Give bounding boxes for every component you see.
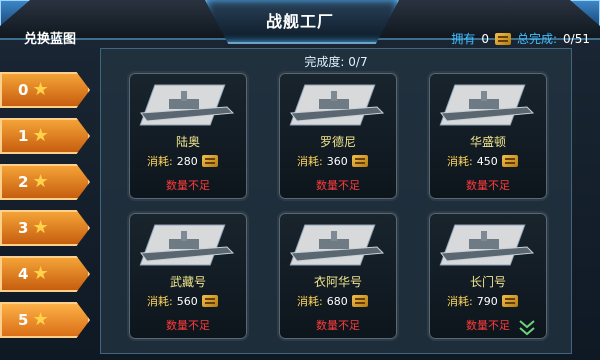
cost-label: 消耗:: [297, 155, 323, 168]
filter-star-3[interactable]: 3 ★: [0, 210, 90, 246]
blueprint-icon: [351, 295, 368, 307]
battleship-icon: [139, 84, 235, 126]
insufficient-warning: 数量不足: [466, 179, 510, 192]
battleship-icon: [439, 84, 535, 126]
filter-star-1[interactable]: 1 ★: [0, 118, 90, 154]
ship-cost: 消耗: 450: [447, 153, 518, 169]
battleship-icon: [439, 224, 535, 266]
blueprint-icon: [501, 295, 518, 307]
ship-name: 武藏号: [169, 275, 206, 289]
ship-card[interactable]: 罗德尼 消耗: 360 数量不足: [277, 71, 399, 201]
insufficient-warning: 数量不足: [166, 319, 210, 332]
cost-label: 消耗:: [147, 155, 173, 168]
filter-star-5[interactable]: 5 ★: [0, 302, 90, 338]
battleship-icon: [139, 224, 235, 266]
insufficient-warning: 数量不足: [316, 319, 360, 332]
filter-label: 4: [18, 265, 29, 283]
blueprint-icon: [201, 295, 218, 307]
ship-cost: 消耗: 280: [147, 153, 218, 169]
blueprint-panel: 完成度: 0/7 陆奥 消耗: 280 数量不足 罗德尼 消耗: 360 数量不…: [100, 48, 572, 354]
cost-value: 560: [176, 294, 198, 308]
ship-name: 华盛顿: [469, 135, 506, 149]
ship-cost: 消耗: 790: [447, 293, 518, 309]
filter-star-4[interactable]: 4 ★: [0, 256, 90, 292]
scroll-down-icon[interactable]: [519, 319, 535, 337]
blueprint-icon: [351, 155, 368, 167]
owned-value: 0: [481, 31, 489, 46]
cost-label: 消耗:: [297, 295, 323, 308]
ship-card[interactable]: 衣阿华号 消耗: 680 数量不足: [277, 211, 399, 341]
insufficient-warning: 数量不足: [166, 179, 210, 192]
star-icon: ★: [32, 125, 49, 146]
ship-name: 罗德尼: [319, 135, 356, 149]
blueprint-icon: [495, 32, 511, 45]
total-value: 0/51: [563, 31, 590, 46]
cost-value: 680: [326, 294, 348, 308]
star-icon: ★: [32, 79, 49, 100]
completion-progress: 完成度: 0/7: [304, 55, 368, 69]
star-icon: ★: [32, 217, 49, 238]
filter-label: 3: [18, 219, 29, 237]
ship-name: 长门号: [469, 275, 506, 289]
ship-card[interactable]: 武藏号 消耗: 560 数量不足: [127, 211, 249, 341]
filter-label: 1: [18, 127, 29, 145]
ship-card[interactable]: 陆奥 消耗: 280 数量不足: [127, 71, 249, 201]
blueprint-icon: [201, 155, 218, 167]
page-title: 战舰工厂: [265, 12, 334, 31]
ship-name: 衣阿华号: [313, 275, 362, 289]
cost-value: 450: [476, 154, 498, 168]
cost-label: 消耗:: [147, 295, 173, 308]
cost-label: 消耗:: [447, 295, 473, 308]
filter-star-2[interactable]: 2 ★: [0, 164, 90, 200]
ship-card[interactable]: 华盛顿 消耗: 450 数量不足: [427, 71, 549, 201]
star-icon: ★: [32, 171, 49, 192]
battleship-icon: [289, 224, 385, 266]
filter-label: 0: [18, 81, 29, 99]
sidebar-title: 兑换蓝图: [24, 32, 77, 47]
cost-value: 790: [476, 294, 498, 308]
cost-value: 360: [326, 154, 348, 168]
filter-star-0[interactable]: 0 ★: [0, 72, 90, 108]
stats-bar: 拥有 0 总完成: 0/51: [451, 30, 590, 47]
star-icon: ★: [32, 263, 49, 284]
ship-cost: 消耗: 360: [297, 153, 368, 169]
star-icon: ★: [32, 309, 49, 330]
owned-label: 拥有: [451, 32, 476, 46]
insufficient-warning: 数量不足: [316, 179, 360, 192]
blueprint-icon: [501, 155, 518, 167]
ship-name: 陆奥: [175, 135, 200, 149]
filter-label: 2: [18, 173, 29, 191]
cost-value: 280: [176, 154, 198, 168]
ship-cost: 消耗: 560: [147, 293, 218, 309]
filter-label: 5: [18, 311, 29, 329]
battleship-icon: [289, 84, 385, 126]
ship-cost: 消耗: 680: [297, 293, 368, 309]
cost-label: 消耗:: [447, 155, 473, 168]
total-label: 总完成:: [517, 32, 558, 46]
